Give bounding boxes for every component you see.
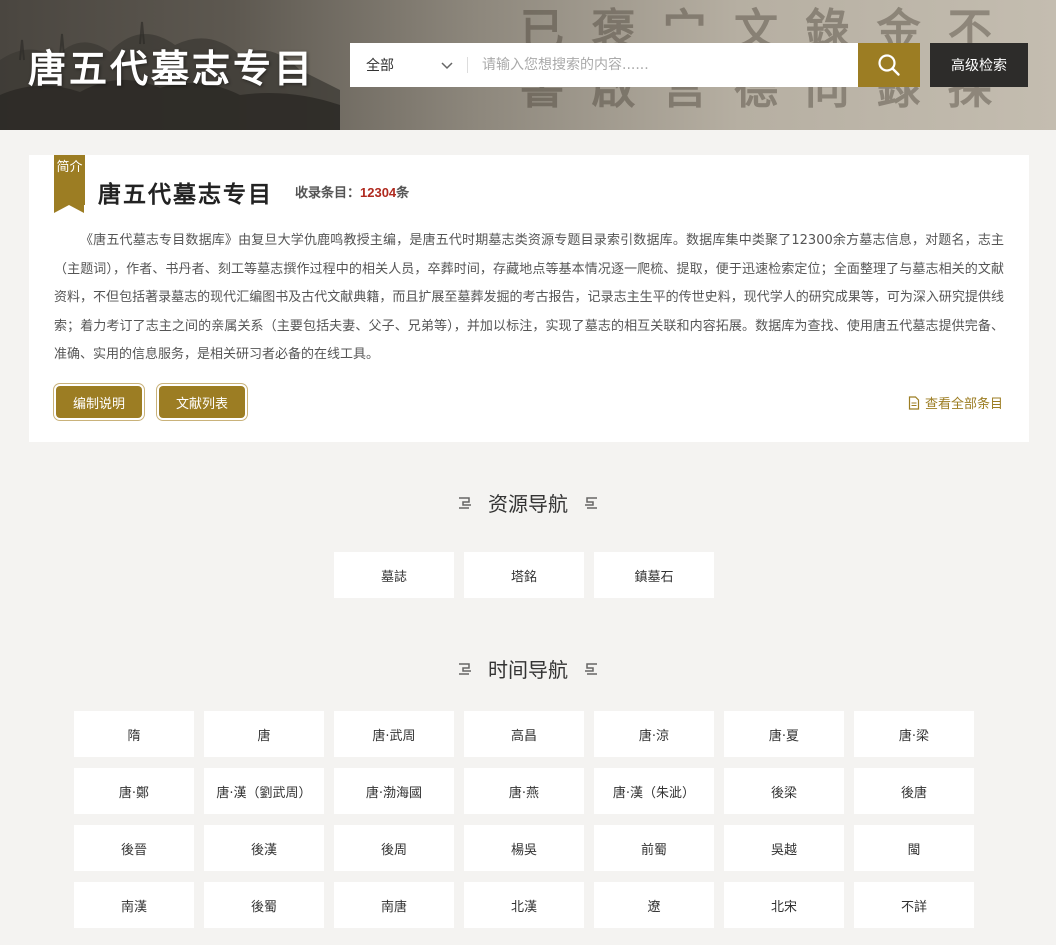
- scope-value: 全部: [366, 58, 394, 74]
- time-nav-item[interactable]: 北漢: [464, 882, 584, 928]
- view-all-label: 查看全部条目: [924, 397, 1003, 412]
- time-nav-item[interactable]: 後梁: [724, 768, 844, 814]
- time-nav-item[interactable]: 唐·鄭: [74, 768, 194, 814]
- header-banner: 已 褒 宀 文 錄 金 不 書 啟 宫 德 同 錄 採 唐五代墓志专目 全部 高…: [0, 0, 1056, 130]
- resource-nav-item[interactable]: 鎮墓石: [594, 552, 714, 598]
- literature-list-button[interactable]: 文献列表: [159, 386, 245, 418]
- time-nav-item[interactable]: 唐·燕: [464, 768, 584, 814]
- time-nav-item[interactable]: 唐·夏: [724, 711, 844, 757]
- time-nav-heading: 时间导航: [0, 654, 1056, 683]
- time-nav-item[interactable]: 高昌: [464, 711, 584, 757]
- time-nav-item[interactable]: 遼: [594, 882, 714, 928]
- fret-ornament-icon: [585, 496, 597, 509]
- time-nav-item[interactable]: 南漢: [74, 882, 194, 928]
- time-nav-item[interactable]: 北宋: [724, 882, 844, 928]
- site-title: 唐五代墓志专目: [28, 46, 316, 91]
- fret-ornament-icon: [585, 662, 597, 675]
- document-icon: [908, 395, 920, 410]
- fret-ornament-icon: [459, 496, 471, 509]
- search-input[interactable]: [468, 43, 858, 87]
- view-all-entries-link[interactable]: 查看全部条目: [907, 393, 1003, 412]
- time-nav-item[interactable]: 南唐: [334, 882, 454, 928]
- intro-title: 唐五代墓志专目: [98, 181, 273, 208]
- time-nav-item[interactable]: 後蜀: [204, 882, 324, 928]
- scope-select[interactable]: 全部: [350, 43, 467, 87]
- chevron-down-icon: [441, 62, 453, 70]
- time-nav-item[interactable]: 楊吳: [464, 825, 584, 871]
- time-nav-item[interactable]: 閩: [854, 825, 974, 871]
- resource-nav-heading: 资源导航: [0, 488, 1056, 517]
- record-count-label: 收录条目：: [295, 186, 361, 201]
- fret-ornament-icon: [459, 662, 471, 675]
- intro-card: 简介 唐五代墓志专目 收录条目：12304条 《唐五代墓志专目数据库》由复旦大学…: [29, 155, 1029, 442]
- time-nav-item[interactable]: 後晉: [74, 825, 194, 871]
- time-nav-item[interactable]: 唐·渤海國: [334, 768, 454, 814]
- search-icon: [878, 54, 900, 76]
- intro-description: 《唐五代墓志专目数据库》由复旦大学仇鹿鸣教授主编，是唐五代时期墓志类资源专题目录…: [54, 233, 1004, 362]
- time-nav-item[interactable]: 吳越: [724, 825, 844, 871]
- record-count-value: 12304: [360, 185, 397, 200]
- search-button[interactable]: [858, 43, 920, 87]
- time-nav-item[interactable]: 後周: [334, 825, 454, 871]
- advanced-search-button[interactable]: 高级检索: [930, 43, 1028, 87]
- time-nav-item[interactable]: 後唐: [854, 768, 974, 814]
- search-bar: 全部: [350, 43, 920, 87]
- compile-notes-button[interactable]: 编制说明: [56, 386, 142, 418]
- time-nav-item[interactable]: 不詳: [854, 882, 974, 928]
- time-nav-item[interactable]: 前蜀: [594, 825, 714, 871]
- time-nav-item[interactable]: 隋: [74, 711, 194, 757]
- time-nav-item[interactable]: 唐: [204, 711, 324, 757]
- resource-nav-title: 资源导航: [488, 492, 568, 516]
- record-count: 收录条目：12304条: [295, 182, 409, 201]
- time-nav-item[interactable]: 後漢: [204, 825, 324, 871]
- resource-nav-item[interactable]: 塔銘: [464, 552, 584, 598]
- record-count-unit: 条: [396, 186, 410, 201]
- time-nav-item[interactable]: 唐·梁: [854, 711, 974, 757]
- resource-nav-item[interactable]: 墓誌: [334, 552, 454, 598]
- time-nav-item[interactable]: 唐·漢（朱泚）: [594, 768, 714, 814]
- time-nav-item[interactable]: 唐·涼: [594, 711, 714, 757]
- time-nav-title: 时间导航: [488, 658, 568, 682]
- intro-badge: 简介: [54, 155, 85, 213]
- time-nav-item[interactable]: 唐·漢（劉武周）: [204, 768, 324, 814]
- time-nav-item[interactable]: 唐·武周: [334, 711, 454, 757]
